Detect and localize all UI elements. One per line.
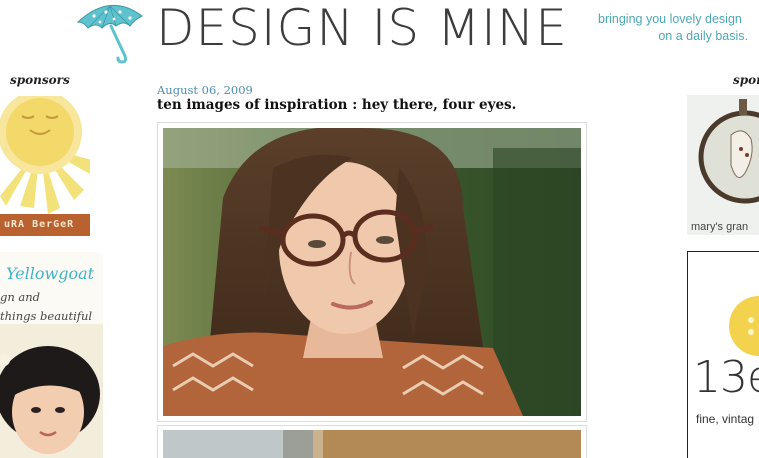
left-sidebar: sponsors uRA BerGeR Yellowgoat gn and th… — [0, 72, 110, 458]
post-date: August 06, 2009 — [157, 83, 253, 97]
tagline-line-2: on a daily basis. — [658, 29, 748, 43]
yellow-button-icon — [729, 296, 759, 356]
tagline-line-1: bringing you lovely design — [598, 12, 742, 26]
yellowgoat-portrait-image — [0, 324, 103, 458]
blog-post: August 06, 2009 ten images of inspiratio… — [157, 82, 589, 458]
sponsor-ad-13e[interactable]: 13e fine, vintag — [687, 251, 759, 458]
site-title[interactable]: DESIGN IS MINE — [156, 0, 568, 56]
sponsors-heading: sponsors — [10, 73, 70, 87]
sponsor-ad-yellowgoat[interactable]: Yellowgoat gn and things beautiful — [0, 252, 103, 458]
sponsor-ad-sun-label[interactable]: uRA BerGeR — [0, 214, 90, 236]
yellowgoat-title: Yellowgoat — [6, 264, 95, 283]
post-image-frame-2 — [157, 425, 587, 458]
post-photo-2[interactable] — [163, 430, 581, 458]
sponsors-heading-right: sponsors — [733, 73, 759, 87]
post-title[interactable]: ten images of inspiration : hey there, f… — [157, 97, 516, 113]
site-header: DESIGN IS MINE bringing you lovely desig… — [0, 0, 759, 72]
yellowgoat-line-2: things beautiful — [0, 309, 93, 323]
sponsor-ad-embroidery-hoop[interactable]: mary's gran — [687, 95, 759, 235]
embroidery-hoop-illustration — [687, 95, 759, 219]
ad-13e-logo: 13e — [693, 352, 759, 403]
umbrella-logo-icon[interactable] — [72, 0, 148, 66]
sun-illustration — [0, 96, 90, 214]
right-sidebar: sponsors mary's gran 13e fine, vintag — [686, 72, 759, 458]
ad-13e-tagline: fine, vintag — [696, 412, 755, 426]
post-photo-girl-with-glasses[interactable] — [163, 128, 581, 416]
post-image-frame — [157, 122, 587, 422]
embroidery-ad-label: mary's gran — [691, 221, 749, 233]
yellowgoat-line-1: gn and — [0, 290, 41, 304]
site-tagline: bringing you lovely design on a daily ba… — [598, 11, 750, 45]
